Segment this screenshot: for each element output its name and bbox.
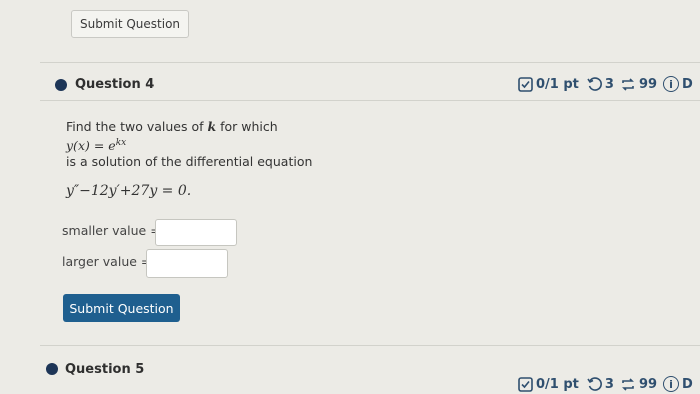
retry-icon xyxy=(587,376,602,392)
function-expression: y(x) = ekx xyxy=(66,135,126,154)
attempts-count: 99 xyxy=(638,376,658,392)
divider xyxy=(40,100,700,101)
checkbox-icon xyxy=(518,76,533,92)
attempts-count: 99 xyxy=(638,76,658,92)
score-text: 0/1 pt xyxy=(536,76,579,92)
info-icon[interactable]: i xyxy=(663,376,680,392)
score-text: 0/1 pt xyxy=(536,376,579,392)
attempts-icon xyxy=(620,77,636,92)
submit-question-button-previous[interactable]: Submit Question xyxy=(71,10,189,38)
function-exponent: kx xyxy=(115,138,127,148)
variable-k: k xyxy=(207,119,217,134)
prompt-text: Find the two values of xyxy=(66,119,208,134)
prompt-line-3: is a solution of the differential equati… xyxy=(66,154,313,169)
info-icon[interactable]: i xyxy=(663,76,680,92)
retries-count: 3 xyxy=(604,76,614,92)
question-4-title: Question 4 xyxy=(75,77,155,92)
question-5-meta: 0/1 pt 3 99 i D xyxy=(518,376,693,392)
retries-count: 3 xyxy=(604,376,614,392)
question-bullet-icon xyxy=(55,79,67,91)
divider xyxy=(40,345,700,346)
question-bullet-icon xyxy=(46,363,58,375)
checkbox-icon xyxy=(518,376,533,392)
divider xyxy=(40,62,700,63)
smaller-value-input[interactable] xyxy=(155,219,237,246)
question-5-title: Question 5 xyxy=(65,362,145,377)
differential-equation: y″−12y′+27y = 0. xyxy=(66,183,192,199)
smaller-value-label: smaller value = xyxy=(62,223,161,238)
prompt-text-end: for which xyxy=(216,119,278,134)
retry-icon xyxy=(587,76,602,92)
question-4-meta: 0/1 pt 3 99 i D xyxy=(518,76,693,92)
info-letter: D xyxy=(682,76,693,92)
function-lhs: y(x) = e xyxy=(66,138,116,154)
question-prompt: Find the two values of k for which xyxy=(66,118,278,135)
larger-value-label: larger value = xyxy=(62,254,152,269)
larger-value-input[interactable] xyxy=(146,249,228,278)
attempts-icon xyxy=(620,377,636,392)
info-letter: D xyxy=(682,376,693,392)
submit-question-button[interactable]: Submit Question xyxy=(63,294,180,322)
